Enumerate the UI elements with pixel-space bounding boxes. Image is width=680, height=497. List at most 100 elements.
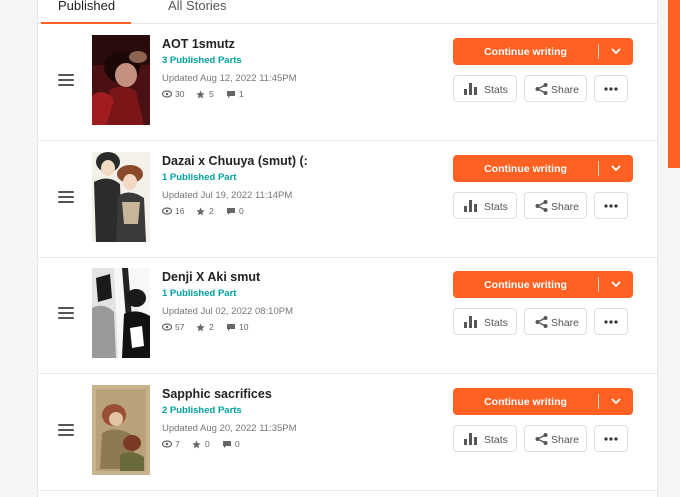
continue-writing-label: Continue writing xyxy=(484,163,567,175)
comment-icon xyxy=(223,441,231,448)
eye-icon xyxy=(162,207,172,215)
more-options-button[interactable] xyxy=(594,192,628,219)
chevron-down-icon[interactable] xyxy=(610,278,622,290)
reads-count: 16 xyxy=(175,206,185,216)
more-options-button[interactable] xyxy=(594,75,628,102)
eye-icon xyxy=(162,323,172,331)
story-cover[interactable] xyxy=(92,152,150,242)
chevron-down-icon[interactable] xyxy=(610,45,622,57)
share-button[interactable]: Share xyxy=(524,75,587,102)
divider xyxy=(598,161,599,176)
share-button[interactable]: Share xyxy=(524,425,587,452)
comment-icon xyxy=(227,91,235,98)
updated-timestamp: Updated Aug 20, 2022 11:35PM xyxy=(162,423,297,434)
comment-icon xyxy=(227,324,235,331)
story-cover[interactable] xyxy=(92,268,150,358)
share-icon xyxy=(535,200,548,212)
comments-count: 0 xyxy=(239,206,244,216)
stats-label: Stats xyxy=(484,434,508,446)
side-accent-bar xyxy=(668,0,680,168)
share-button[interactable]: Share xyxy=(524,308,587,335)
updated-timestamp: Updated Jul 19, 2022 11:14PM xyxy=(162,190,293,201)
ellipsis-icon xyxy=(604,204,618,208)
hamburger-drag-icon[interactable] xyxy=(58,191,74,203)
story-row: Sapphic sacrifices 2 Published Parts Upd… xyxy=(38,374,657,491)
bar-chart-icon xyxy=(464,83,477,95)
tab-all-stories-label: All Stories xyxy=(168,0,227,13)
continue-writing-button[interactable]: Continue writing xyxy=(453,388,633,415)
star-icon xyxy=(196,90,205,99)
continue-writing-button[interactable]: Continue writing xyxy=(453,155,633,182)
bar-chart-icon xyxy=(464,316,477,328)
hamburger-drag-icon[interactable] xyxy=(58,74,74,86)
comments-count: 0 xyxy=(235,439,240,449)
stats-button[interactable]: Stats xyxy=(453,425,517,452)
share-icon xyxy=(535,433,548,445)
updated-timestamp: Updated Jul 02, 2022 08:10PM xyxy=(162,306,293,317)
stats-label: Stats xyxy=(484,317,508,329)
story-cover[interactable] xyxy=(92,35,150,125)
published-parts-link[interactable]: 1 Published Part xyxy=(162,288,236,299)
share-icon xyxy=(535,316,548,328)
continue-writing-button[interactable]: Continue writing xyxy=(453,271,633,298)
stats-button[interactable]: Stats xyxy=(453,75,517,102)
share-icon xyxy=(535,83,548,95)
tab-published-label: Published xyxy=(58,0,116,13)
continue-writing-button[interactable]: Continue writing xyxy=(453,38,633,65)
star-icon xyxy=(196,323,205,332)
reads-count: 57 xyxy=(175,322,185,332)
share-button[interactable]: Share xyxy=(524,192,587,219)
story-row: Denji X Aki smut 1 Published Part Update… xyxy=(38,257,657,374)
ellipsis-icon xyxy=(604,320,618,324)
continue-writing-label: Continue writing xyxy=(484,396,567,408)
share-label: Share xyxy=(551,84,580,96)
stats-button[interactable]: Stats xyxy=(453,192,517,219)
votes-count: 5 xyxy=(209,89,214,99)
published-parts-link[interactable]: 2 Published Parts xyxy=(162,405,242,416)
comment-icon xyxy=(227,208,235,215)
hamburger-drag-icon[interactable] xyxy=(58,307,74,319)
stats-label: Stats xyxy=(484,201,508,213)
stories-panel: Published All Stories AOT 1smutz 3 Publi… xyxy=(37,0,658,497)
star-icon xyxy=(192,440,201,449)
story-cover[interactable] xyxy=(92,385,150,475)
comments-count: 1 xyxy=(239,89,244,99)
tab-bar: Published All Stories xyxy=(38,0,657,24)
votes-count: 2 xyxy=(209,322,214,332)
divider xyxy=(598,277,599,292)
more-options-button[interactable] xyxy=(594,308,628,335)
reads-count: 30 xyxy=(175,89,185,99)
votes-count: 0 xyxy=(205,439,210,449)
story-title[interactable]: AOT 1smutz xyxy=(162,37,235,51)
published-parts-link[interactable]: 1 Published Part xyxy=(162,172,236,183)
ellipsis-icon xyxy=(604,87,618,91)
story-title[interactable]: Sapphic sacrifices xyxy=(162,387,272,401)
tab-all-stories[interactable]: All Stories xyxy=(168,0,227,22)
published-parts-link[interactable]: 3 Published Parts xyxy=(162,55,242,66)
story-row: AOT 1smutz 3 Published Parts Updated Aug… xyxy=(38,24,657,141)
chevron-down-icon[interactable] xyxy=(610,162,622,174)
chevron-down-icon[interactable] xyxy=(610,395,622,407)
reads-count: 7 xyxy=(175,439,180,449)
votes-count: 2 xyxy=(209,206,214,216)
updated-timestamp: Updated Aug 12, 2022 11:45PM xyxy=(162,73,297,84)
hamburger-drag-icon[interactable] xyxy=(58,424,74,436)
eye-icon xyxy=(162,440,172,448)
divider xyxy=(598,44,599,59)
divider xyxy=(598,394,599,409)
comments-count: 10 xyxy=(239,322,249,332)
story-title[interactable]: Denji X Aki smut xyxy=(162,270,260,284)
continue-writing-label: Continue writing xyxy=(484,279,567,291)
bar-chart-icon xyxy=(464,200,477,212)
ellipsis-icon xyxy=(604,437,618,441)
share-label: Share xyxy=(551,201,580,213)
continue-writing-label: Continue writing xyxy=(484,46,567,58)
eye-icon xyxy=(162,90,172,98)
story-title[interactable]: Dazai x Chuuya (smut) (: xyxy=(162,154,308,168)
stats-label: Stats xyxy=(484,84,508,96)
stats-button[interactable]: Stats xyxy=(453,308,517,335)
story-row: Dazai x Chuuya (smut) (: 1 Published Par… xyxy=(38,141,657,258)
tab-published[interactable]: Published xyxy=(41,0,131,24)
more-options-button[interactable] xyxy=(594,425,628,452)
share-label: Share xyxy=(551,434,580,446)
